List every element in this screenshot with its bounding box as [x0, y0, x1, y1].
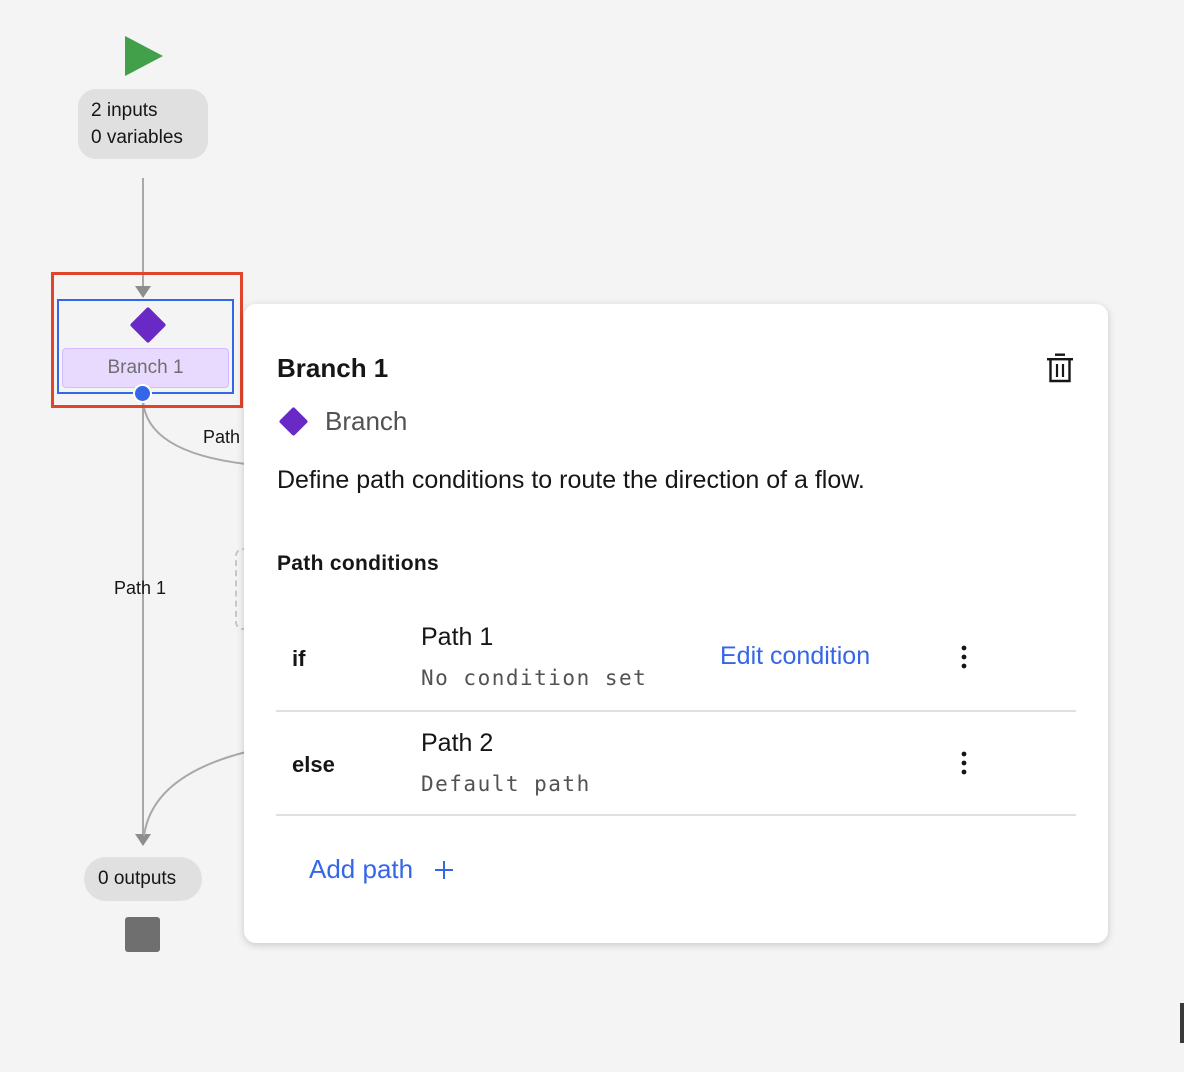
branch-node[interactable]: Branch 1 [57, 299, 234, 394]
condition-subtitle: Default path [421, 772, 591, 796]
add-path-button[interactable]: Add path [309, 854, 455, 885]
variables-count: 0 variables [91, 127, 183, 148]
path2-return-edge [143, 751, 247, 837]
panel-description: Define path conditions to route the dire… [277, 466, 865, 494]
condition-keyword: if [292, 646, 306, 671]
branch-diamond-icon [129, 306, 167, 344]
inputs-count: 2 inputs [91, 100, 158, 121]
path-conditions-heading: Path conditions [277, 552, 439, 575]
condition-row-path1: if Path 1 No condition set Edit conditio… [276, 606, 1076, 712]
branch-details-panel: Branch 1 Branch Define path conditions t… [244, 304, 1108, 943]
branch-type-icon [277, 405, 309, 437]
node-type-label: Branch [325, 405, 408, 436]
edge-label-path1: Path 1 [114, 578, 167, 598]
edit-condition-link[interactable]: Edit condition [720, 642, 870, 671]
plus-icon [435, 860, 454, 879]
condition-name: Path 1 [421, 623, 494, 651]
condition-keyword: else [292, 752, 335, 777]
condition-name: Path 2 [421, 729, 494, 757]
start-io-summary[interactable]: 2 inputs 0 variables [78, 89, 208, 159]
trash-icon[interactable] [1046, 353, 1074, 383]
play-icon [125, 36, 163, 76]
overflow-menu-icon[interactable] [950, 745, 978, 781]
edge-label-path2: Path [203, 427, 241, 447]
outputs-summary[interactable]: 0 outputs [84, 857, 202, 901]
stop-icon [125, 917, 160, 952]
branch-node-label: Branch 1 [62, 348, 229, 388]
branch-output-handle[interactable] [133, 384, 152, 403]
overflow-menu-icon[interactable] [950, 639, 978, 675]
node-type: Branch [277, 403, 407, 439]
scrollbar-handle[interactable] [1180, 1003, 1184, 1043]
path1-arrowhead [135, 834, 151, 846]
condition-row-path2: else Path 2 Default path [276, 710, 1076, 816]
add-path-label: Add path [309, 854, 414, 884]
condition-subtitle: No condition set [421, 666, 648, 690]
panel-title: Branch 1 [277, 353, 389, 383]
